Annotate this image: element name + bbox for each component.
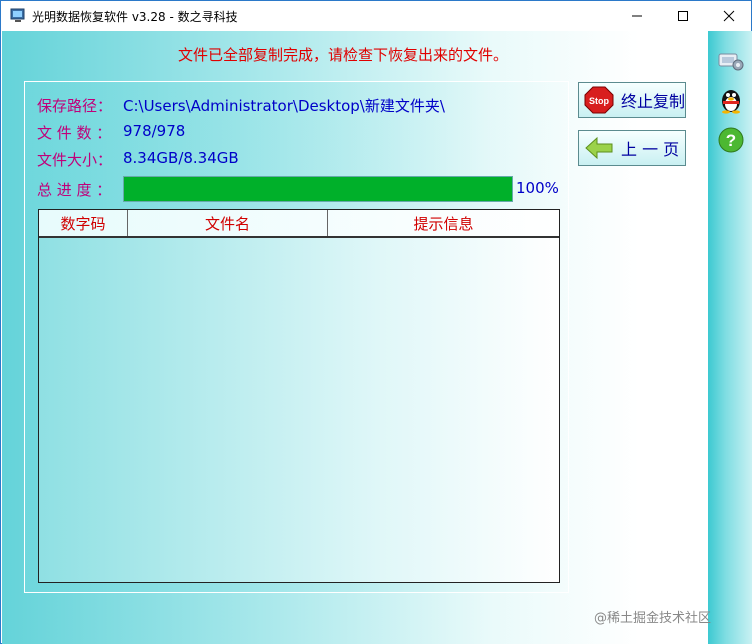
app-window: 光明数据恢复软件 v3.28 - 数之寻科技 文件已全部复制完成，请检查下恢复出…: [0, 0, 752, 644]
progress-bar: [123, 176, 513, 202]
save-path-value: C:\Users\Administrator\Desktop\新建文件夹\: [123, 97, 445, 115]
progress-label: 总 进 度 ：: [37, 181, 112, 199]
close-icon: [723, 10, 735, 22]
table-header: 数字码 文件名 提示信息: [39, 210, 559, 238]
watermark: @稀土掘金技术社区: [594, 611, 712, 626]
file-size-value: 8.34GB/8.34GB: [123, 149, 239, 167]
status-message: 文件已全部复制完成，请检查下恢复出来的文件。: [178, 46, 509, 64]
right-toolbar: ?: [708, 31, 752, 644]
maximize-button[interactable]: [660, 1, 706, 31]
back-arrow-icon: [582, 134, 616, 162]
maximize-icon: [678, 11, 688, 21]
progress-percent: 100%: [516, 179, 559, 197]
save-path-label: 保存路径：: [37, 97, 113, 115]
window-title: 光明数据恢复软件 v3.28 - 数之寻科技: [32, 10, 238, 24]
minimize-icon: [632, 15, 642, 17]
previous-page-label: 上 一 页: [621, 140, 680, 159]
file-size-label: 文件大小：: [37, 151, 113, 169]
help-icon[interactable]: ?: [717, 126, 745, 154]
column-header-message[interactable]: 提示信息: [328, 210, 559, 236]
minimize-button[interactable]: [614, 1, 660, 31]
close-button[interactable]: [706, 1, 752, 31]
file-count-label: 文 件 数 ：: [37, 124, 112, 142]
stop-sign-icon: Stop: [582, 86, 616, 114]
file-count-value: 978/978: [123, 122, 186, 140]
svg-text:Stop: Stop: [589, 96, 609, 106]
column-header-filename[interactable]: 文件名: [128, 210, 328, 236]
svg-text:?: ?: [726, 131, 736, 150]
previous-page-button[interactable]: 上 一 页: [578, 130, 686, 166]
stop-copy-button[interactable]: Stop 终止复制: [578, 82, 686, 118]
qq-penguin-icon[interactable]: [717, 86, 745, 114]
column-header-code[interactable]: 数字码: [39, 210, 128, 236]
progress-fill: [124, 177, 512, 201]
copy-info-panel: 保存路径： C:\Users\Administrator\Desktop\新建文…: [24, 81, 569, 593]
settings-icon[interactable]: [717, 46, 745, 74]
app-monitor-icon: [10, 8, 25, 22]
title-bar[interactable]: 光明数据恢复软件 v3.28 - 数之寻科技: [1, 1, 751, 31]
stop-copy-label: 终止复制: [620, 92, 685, 111]
client-area: 文件已全部复制完成，请检查下恢复出来的文件。 保存路径： C:\Users\Ad…: [2, 31, 752, 644]
file-table[interactable]: 数字码 文件名 提示信息: [38, 209, 560, 583]
